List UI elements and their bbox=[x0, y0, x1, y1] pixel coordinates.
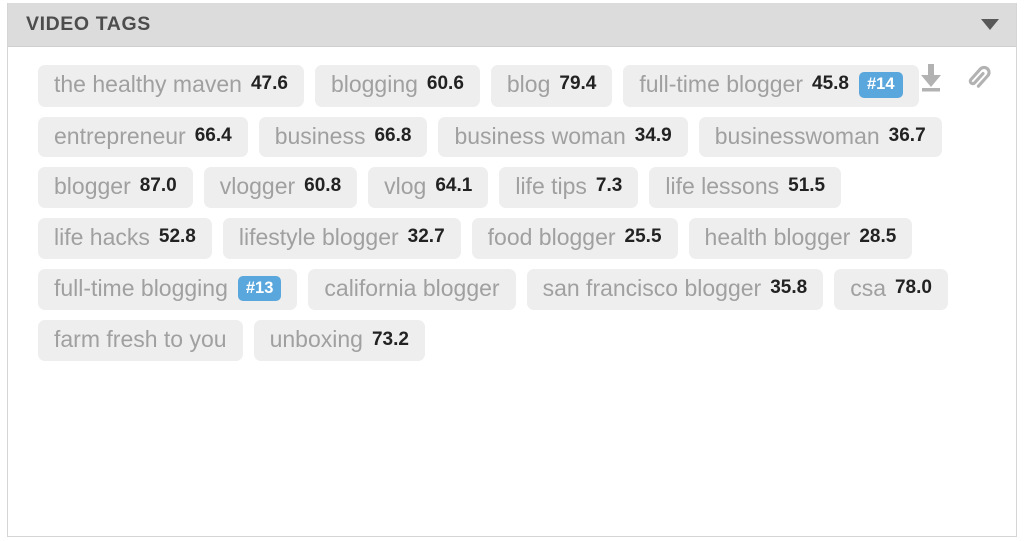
panel-header[interactable]: VIDEO TAGS bbox=[8, 3, 1016, 47]
tag-score: 28.5 bbox=[859, 226, 897, 248]
tag-chip[interactable]: vlog 64.1 bbox=[368, 167, 489, 209]
tag-chip[interactable]: lifestyle blogger 32.7 bbox=[222, 218, 461, 259]
tag-label: full-time blogger bbox=[639, 71, 803, 98]
tag-score: 32.7 bbox=[407, 226, 445, 248]
tag-chip[interactable]: business 66.8 bbox=[258, 116, 428, 158]
page-title: VIDEO TAGS bbox=[26, 12, 151, 35]
tag-label: farm fresh to you bbox=[54, 326, 227, 353]
tag-cloud: the healthy maven 47.6 blogging 60.6 blog 79.… bbox=[38, 65, 958, 362]
tag-score: 73.2 bbox=[371, 328, 409, 350]
tag-chip[interactable]: life lessons 51.5 bbox=[649, 167, 842, 209]
tag-label: vlog bbox=[384, 173, 427, 200]
tag-score: 45.8 bbox=[812, 73, 849, 95]
tag-chip[interactable]: businesswoman 36.7 bbox=[698, 116, 942, 158]
tag-chip[interactable]: san francisco blogger 35.8 bbox=[526, 268, 824, 311]
tag-label: blogger bbox=[54, 173, 131, 200]
paperclip-icon[interactable] bbox=[964, 61, 994, 95]
tag-score: 36.7 bbox=[888, 124, 926, 146]
tag-chip[interactable]: blogger 87.0 bbox=[38, 167, 193, 209]
tag-label: businesswoman bbox=[714, 122, 880, 149]
tag-chip[interactable]: the healthy maven 47.6 bbox=[38, 65, 304, 107]
tag-chip[interactable]: food blogger 25.5 bbox=[471, 218, 678, 259]
tag-label: vlogger bbox=[219, 173, 296, 200]
tag-chip[interactable]: blogging 60.6 bbox=[314, 65, 480, 107]
chevron-down-icon[interactable] bbox=[979, 14, 1001, 36]
tag-label: san francisco blogger bbox=[542, 275, 762, 302]
tag-label: csa bbox=[850, 275, 886, 302]
tag-score: 66.4 bbox=[194, 124, 232, 146]
video-tags-panel: VIDEO TAGS the healthy maven 47.6 bloggi… bbox=[7, 3, 1017, 537]
tag-score: 7.3 bbox=[595, 175, 623, 197]
tag-chip[interactable]: life hacks 52.8 bbox=[38, 218, 212, 259]
tag-score: 51.5 bbox=[788, 175, 826, 197]
tag-rank-badge: #13 bbox=[237, 275, 282, 302]
tag-chip[interactable]: csa 78.0 bbox=[834, 268, 948, 311]
tag-label: blogging bbox=[330, 71, 418, 98]
tag-score: 78.0 bbox=[894, 277, 932, 299]
tag-score: 60.8 bbox=[304, 175, 342, 197]
tag-label: health blogger bbox=[704, 224, 851, 251]
download-icon[interactable] bbox=[916, 61, 946, 95]
tag-chip[interactable]: health blogger 28.5 bbox=[688, 218, 913, 259]
tag-chip[interactable]: life tips 7.3 bbox=[499, 167, 639, 209]
tag-score: 52.8 bbox=[158, 226, 196, 248]
tag-label: blog bbox=[506, 71, 551, 98]
tag-chip[interactable]: unboxing 73.2 bbox=[253, 320, 425, 362]
tag-label: business bbox=[274, 122, 366, 149]
tag-label: business woman bbox=[454, 122, 626, 149]
tag-rank-badge: #14 bbox=[858, 72, 903, 98]
tag-label: lifestyle blogger bbox=[238, 224, 399, 251]
tag-score: 79.4 bbox=[559, 73, 597, 95]
tag-label: full-time blogging bbox=[54, 275, 228, 302]
tag-label: unboxing bbox=[269, 326, 363, 353]
tag-chip[interactable]: farm fresh to you bbox=[38, 320, 243, 362]
tag-score: 66.8 bbox=[374, 124, 412, 146]
tag-score: 47.6 bbox=[250, 73, 288, 95]
tag-chip[interactable]: full-time blogger 45.8 #14 bbox=[623, 65, 919, 107]
tag-chip[interactable]: business woman 34.9 bbox=[438, 116, 688, 158]
tag-label: food blogger bbox=[487, 224, 616, 251]
tag-chip[interactable]: vlogger 60.8 bbox=[203, 167, 358, 209]
tag-label: california blogger bbox=[324, 275, 500, 302]
tag-chip[interactable]: full-time blogging #13 bbox=[38, 268, 298, 311]
tag-label: entrepreneur bbox=[54, 122, 186, 149]
tag-score: 25.5 bbox=[624, 226, 662, 248]
panel-body: the healthy maven 47.6 blogging 60.6 blog 79.… bbox=[8, 47, 1016, 536]
tag-chip[interactable]: california blogger bbox=[308, 268, 516, 311]
tag-chip[interactable]: entrepreneur 66.4 bbox=[38, 116, 248, 158]
tag-label: the healthy maven bbox=[54, 71, 242, 98]
tag-label: life tips bbox=[515, 173, 587, 200]
tag-label: life lessons bbox=[665, 173, 780, 200]
tag-score: 87.0 bbox=[139, 175, 177, 197]
tag-score: 34.9 bbox=[634, 124, 672, 146]
tag-score: 35.8 bbox=[770, 277, 808, 299]
panel-tools bbox=[916, 61, 994, 95]
tag-label: life hacks bbox=[54, 224, 150, 251]
tag-score: 64.1 bbox=[435, 175, 473, 197]
tag-score: 60.6 bbox=[426, 73, 464, 95]
tag-chip[interactable]: blog 79.4 bbox=[490, 65, 613, 107]
